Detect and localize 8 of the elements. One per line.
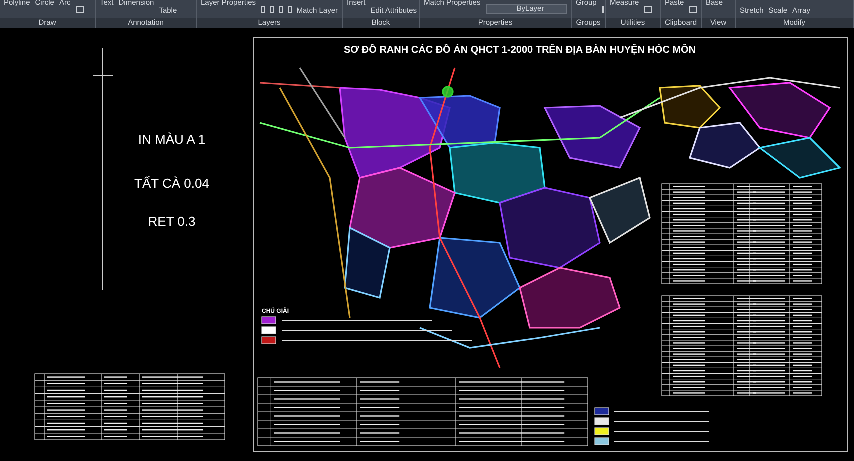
note-text: TẤT CÀ 0.04 [134, 176, 210, 191]
tool-icon[interactable] [76, 6, 84, 13]
tool-icon[interactable] [602, 6, 604, 13]
note-text: IN MÀU A 1 [138, 132, 206, 147]
tool-icon[interactable] [689, 6, 697, 13]
drawing-title: SƠ ĐỒ RANH CÁC ĐỒ ÁN QHCT 1-2000 TRÊN ĐỊA BÀN HUYỆN HÓC MÔN [344, 45, 696, 56]
note-text: RET 0.3 [148, 214, 196, 229]
tool-icon[interactable] [644, 6, 652, 13]
